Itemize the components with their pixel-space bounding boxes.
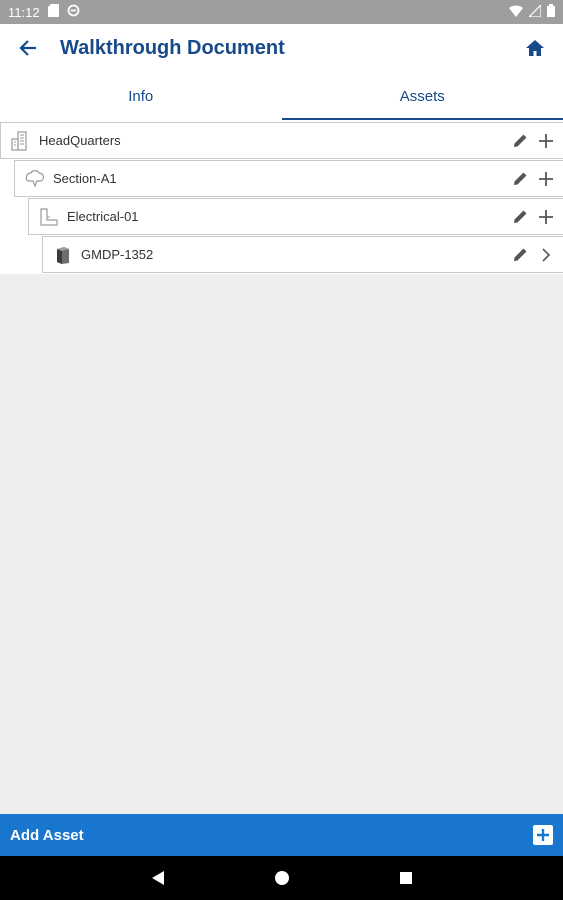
wifi-icon xyxy=(509,5,523,20)
add-plus-icon[interactable] xyxy=(537,132,555,150)
tree-row-label: Electrical-01 xyxy=(67,209,139,224)
add-plus-icon[interactable] xyxy=(537,208,555,226)
tab-assets-label: Assets xyxy=(399,87,445,105)
status-time: 11:12 xyxy=(8,4,40,20)
tab-assets[interactable]: Assets xyxy=(281,72,563,120)
nav-recents-icon[interactable] xyxy=(394,866,418,890)
tree-row-gmdp-1352[interactable]: GMDP-1352 xyxy=(42,236,563,273)
edit-pencil-icon[interactable] xyxy=(511,246,529,264)
system-icon xyxy=(35,207,63,227)
tab-info[interactable]: Info xyxy=(0,72,282,120)
tree-row-label: GMDP-1352 xyxy=(81,247,154,262)
sd-card-icon xyxy=(47,4,59,20)
nav-back-icon[interactable] xyxy=(146,866,170,890)
tree-row-section-a1[interactable]: Section-A1 xyxy=(14,160,563,197)
equipment-icon xyxy=(49,245,77,265)
section-icon xyxy=(21,169,49,189)
edit-pencil-icon[interactable] xyxy=(511,170,529,188)
building-icon xyxy=(7,130,35,151)
back-arrow-icon[interactable] xyxy=(14,34,42,62)
page-title: Walkthrough Document xyxy=(60,36,285,59)
add-asset-button[interactable]: Add Asset xyxy=(0,814,563,856)
system-nav-bar xyxy=(0,856,563,900)
battery-icon xyxy=(547,4,555,20)
tree-row-label: HeadQuarters xyxy=(39,133,121,148)
home-icon[interactable] xyxy=(521,34,549,62)
tree-row-label: Section-A1 xyxy=(53,171,117,186)
asset-tree: HeadQuarters Section-A1 Electrical-01 GM… xyxy=(0,120,563,274)
sync-icon xyxy=(67,4,80,20)
status-bar: 11:12 xyxy=(0,0,563,24)
tab-bar: Info Assets xyxy=(0,72,563,120)
tab-info-label: Info xyxy=(128,87,154,105)
add-asset-label: Add Asset xyxy=(10,826,84,844)
add-box-icon xyxy=(533,825,553,845)
signal-icon xyxy=(527,2,542,20)
app-bar: Walkthrough Document xyxy=(0,24,563,72)
tree-row-headquarters[interactable]: HeadQuarters xyxy=(0,122,563,159)
add-plus-icon[interactable] xyxy=(537,170,555,188)
chevron-right-icon[interactable] xyxy=(537,246,555,264)
edit-pencil-icon[interactable] xyxy=(511,208,529,226)
nav-home-icon[interactable] xyxy=(270,866,294,890)
tree-row-electrical-01[interactable]: Electrical-01 xyxy=(28,198,563,235)
edit-pencil-icon[interactable] xyxy=(511,132,529,150)
